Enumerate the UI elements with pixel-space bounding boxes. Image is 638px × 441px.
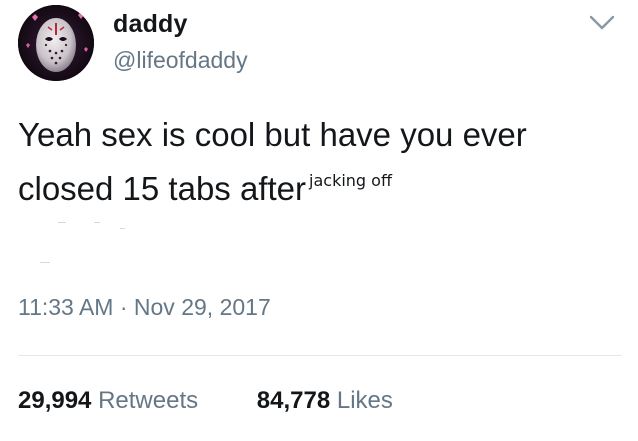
scan-artifact: [40, 262, 50, 263]
scan-artifact: [120, 228, 125, 229]
tweet-text-main: Yeah sex is cool but have you ever close…: [18, 116, 527, 207]
retweets-label: Retweets: [98, 387, 199, 414]
user-handle[interactable]: @lifeofdaddy: [113, 47, 248, 74]
tweet-text-small: jacking off: [309, 171, 392, 190]
tweet-timestamp[interactable]: 11:33 AM · Nov 29, 2017: [18, 294, 271, 321]
tweet-text: Yeah sex is cool but have you ever close…: [18, 108, 618, 216]
likes-label: Likes: [336, 387, 393, 414]
avatar[interactable]: [18, 5, 94, 81]
retweets-count: 29,994: [18, 387, 92, 414]
chevron-down-icon[interactable]: [588, 12, 616, 32]
likes-stat[interactable]: 84,778 Likes: [257, 387, 393, 415]
likes-count: 84,778: [256, 387, 331, 414]
scan-artifact: [58, 222, 66, 223]
retweets-stat[interactable]: 29,994 Retweets: [18, 387, 198, 415]
divider: [18, 355, 622, 356]
display-name[interactable]: daddy: [113, 10, 188, 39]
scan-artifact: [94, 222, 100, 223]
hockey-mask-avatar-icon: [18, 5, 94, 81]
tweet-stats: 29,994 Retweets 84,778 Likes: [18, 387, 393, 415]
